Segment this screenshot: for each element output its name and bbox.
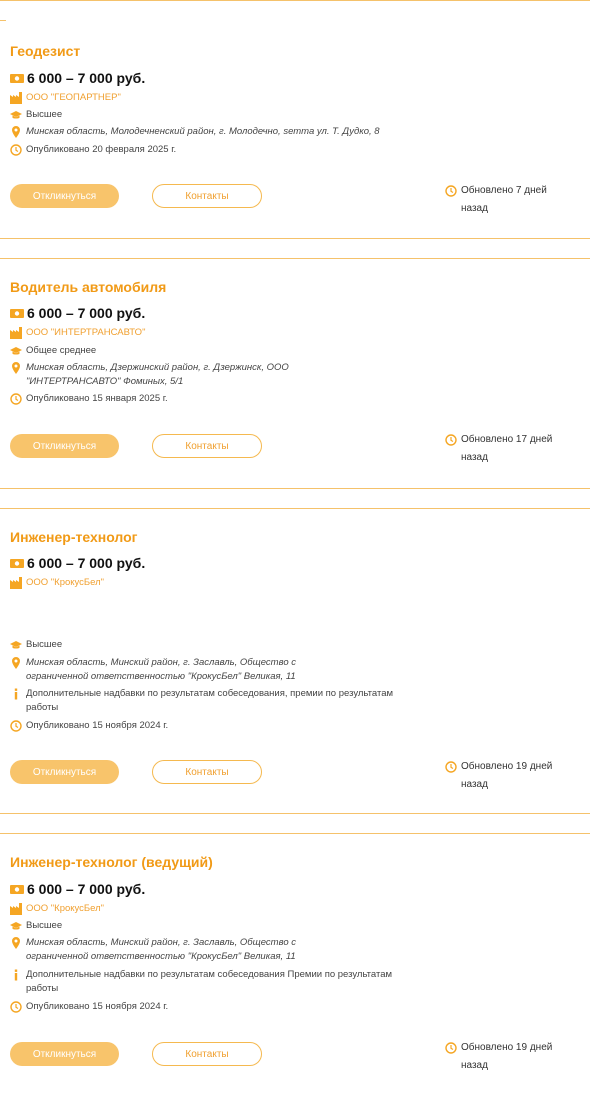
- graduation-cap-icon: [10, 920, 22, 932]
- vacancy-card: Геодезист 6 000 – 7 000 руб. ООО "ГЕОПАР…: [0, 0, 590, 240]
- company-row: ООО "ГЕОПАРТНЕР": [10, 91, 121, 105]
- contacts-button[interactable]: Контакты: [152, 434, 262, 458]
- contacts-button[interactable]: Контакты: [152, 1042, 262, 1066]
- contacts-button[interactable]: Контакты: [152, 184, 262, 208]
- vacancy-title[interactable]: Геодезист: [10, 43, 80, 59]
- education-text: Высшее: [26, 109, 63, 120]
- extra-info-row: Дополнительные надбавки по результатам с…: [10, 968, 416, 996]
- education-row: Высшее: [10, 108, 62, 122]
- updated-text: Обновлено 17 дней назад: [461, 434, 553, 463]
- published-row: Опубликовано 15 ноября 2024 г.: [10, 1000, 168, 1014]
- company-row: ООО "ИНТЕРТРАНСАВТО": [10, 326, 145, 340]
- extra-info-row: Дополнительные надбавки по результатам с…: [10, 687, 416, 715]
- published-date: Опубликовано 15 ноября 2024 г.: [26, 720, 169, 731]
- clock-icon: [10, 1001, 22, 1013]
- company-name[interactable]: ООО "ГЕОПАРТНЕР": [26, 91, 121, 105]
- vacancy-title[interactable]: Инженер-технолог: [10, 529, 138, 545]
- address-text: Минская область, Молодечненский район, г…: [26, 126, 380, 137]
- company-row: ООО "КрокусБел": [10, 576, 104, 590]
- apply-button[interactable]: Откликнуться: [10, 760, 119, 784]
- clock-icon: [10, 720, 22, 732]
- address-text: Минская область, Дзержинский район, г. Д…: [26, 362, 289, 387]
- vacancy-salary: 6 000 – 7 000 руб.: [10, 555, 145, 571]
- apply-button[interactable]: Откликнуться: [10, 1042, 119, 1066]
- updated-info: Обновлено 17 дней назад: [445, 431, 575, 467]
- address-text: Минская область, Минский район, г. Засла…: [26, 657, 296, 682]
- address-row: Минская область, Минский район, г. Засла…: [10, 936, 356, 964]
- location-pin-icon: [10, 362, 22, 374]
- clock-icon: [445, 434, 457, 446]
- factory-icon: [10, 327, 22, 339]
- graduation-cap-icon: [10, 345, 22, 357]
- money-icon: [10, 884, 24, 895]
- contacts-button[interactable]: Контакты: [152, 760, 262, 784]
- factory-icon: [10, 577, 22, 589]
- vacancy-card: Инженер-технолог 6 000 – 7 000 руб. ООО …: [0, 508, 590, 813]
- address-row: Минская область, Минский район, г. Засла…: [10, 656, 356, 684]
- company-name[interactable]: ООО "КрокусБел": [26, 902, 104, 916]
- clock-icon: [445, 185, 457, 197]
- address-row: Минская область, Дзержинский район, г. Д…: [10, 361, 381, 389]
- education-row: Высшее: [10, 638, 62, 652]
- extra-info-text: Дополнительные надбавки по результатам с…: [26, 688, 394, 713]
- money-icon: [10, 558, 24, 569]
- company-name[interactable]: ООО "ИНТЕРТРАНСАВТО": [26, 326, 145, 340]
- education-text: Высшее: [26, 920, 63, 931]
- location-pin-icon: [10, 937, 22, 949]
- graduation-cap-icon: [10, 639, 22, 651]
- clock-icon: [10, 393, 22, 405]
- address-text: Минская область, Минский район, г. Засла…: [26, 937, 296, 962]
- clock-icon: [10, 144, 22, 156]
- card-divider: [0, 238, 590, 239]
- published-row: Опубликовано 15 ноября 2024 г.: [10, 719, 168, 733]
- published-date: Опубликовано 15 ноября 2024 г.: [26, 1001, 169, 1012]
- education-row: Высшее: [10, 919, 62, 933]
- vacancy-salary: 6 000 – 7 000 руб.: [10, 70, 145, 86]
- education-row: Общее среднее: [10, 344, 96, 358]
- updated-info: Обновлено 19 дней назад: [445, 1039, 575, 1075]
- clock-icon: [445, 1042, 457, 1054]
- info-icon: [10, 969, 22, 981]
- vacancy-card: Инженер-технолог (ведущий) 6 000 – 7 000…: [0, 833, 590, 1094]
- updated-text: Обновлено 19 дней назад: [461, 761, 553, 790]
- money-icon: [10, 308, 24, 319]
- published-date: Опубликовано 15 января 2025 г.: [26, 393, 168, 404]
- location-pin-icon: [10, 126, 22, 138]
- clock-icon: [445, 761, 457, 773]
- salary-value: 6 000 – 7 000 руб.: [27, 881, 146, 897]
- salary-value: 6 000 – 7 000 руб.: [27, 555, 146, 571]
- info-icon: [10, 688, 22, 700]
- graduation-cap-icon: [10, 109, 22, 121]
- location-pin-icon: [10, 657, 22, 669]
- vacancy-title[interactable]: Водитель автомобиля: [10, 279, 166, 295]
- company-name[interactable]: ООО "КрокусБел": [26, 576, 104, 590]
- vacancy-salary: 6 000 – 7 000 руб.: [10, 881, 145, 897]
- salary-value: 6 000 – 7 000 руб.: [27, 305, 146, 321]
- factory-icon: [10, 92, 22, 104]
- vacancy-card: Водитель автомобиля 6 000 – 7 000 руб. О…: [0, 258, 590, 488]
- updated-info: Обновлено 7 дней назад: [445, 182, 575, 218]
- factory-icon: [10, 903, 22, 915]
- company-row: ООО "КрокусБел": [10, 902, 104, 916]
- salary-value: 6 000 – 7 000 руб.: [27, 70, 146, 86]
- apply-button[interactable]: Откликнуться: [10, 184, 119, 208]
- education-text: Общее среднее: [26, 345, 97, 356]
- apply-button[interactable]: Откликнуться: [10, 434, 119, 458]
- extra-info-text: Дополнительные надбавки по результатам с…: [26, 969, 393, 994]
- published-row: Опубликовано 20 февраля 2025 г.: [10, 143, 176, 157]
- vacancy-salary: 6 000 – 7 000 руб.: [10, 305, 145, 321]
- card-divider: [0, 488, 590, 489]
- updated-text: Обновлено 7 дней назад: [461, 185, 547, 214]
- published-date: Опубликовано 20 февраля 2025 г.: [26, 144, 177, 155]
- address-row: Минская область, Молодечненский район, г…: [10, 125, 380, 139]
- published-row: Опубликовано 15 января 2025 г.: [10, 392, 168, 406]
- updated-info: Обновлено 19 дней назад: [445, 758, 575, 794]
- money-icon: [10, 73, 24, 84]
- vacancy-title[interactable]: Инженер-технолог (ведущий): [10, 854, 213, 870]
- education-text: Высшее: [26, 639, 63, 650]
- card-divider: [0, 813, 590, 814]
- updated-text: Обновлено 19 дней назад: [461, 1042, 553, 1071]
